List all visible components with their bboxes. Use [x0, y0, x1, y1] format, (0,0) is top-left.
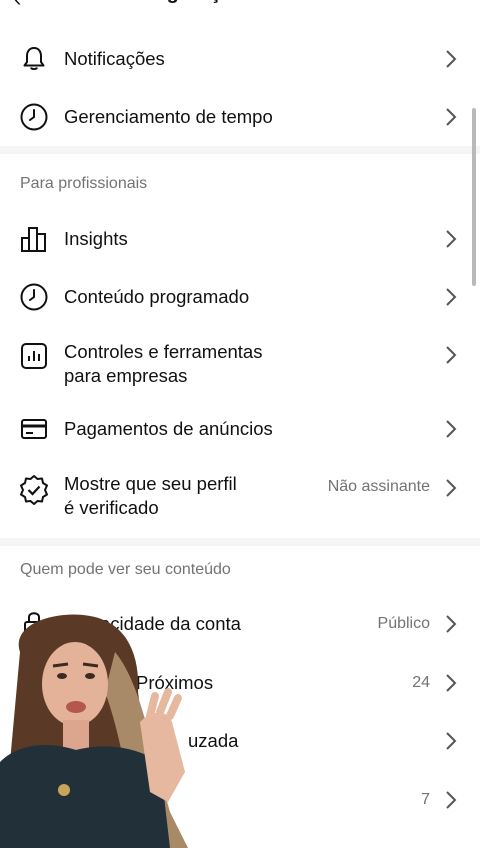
chevron-right-icon — [446, 674, 457, 692]
chevron-right-icon — [446, 346, 457, 364]
subscription-status: Não assinante — [327, 478, 430, 495]
menu-item-label: Controles e ferramentas para empresas — [64, 340, 262, 388]
scrollbar[interactable] — [472, 108, 476, 286]
chevron-right-icon — [446, 479, 457, 497]
bell-icon — [18, 43, 50, 75]
chevron-right-icon — [446, 108, 457, 126]
chevron-right-icon — [446, 732, 457, 750]
verified-badge-icon — [18, 474, 50, 506]
bar-chart-icon — [18, 223, 50, 255]
clock-icon — [18, 101, 50, 133]
menu-item-label: Mostre que seu perfil é verificado — [64, 472, 237, 520]
clock-icon — [18, 281, 50, 313]
page-title: Configurações e atividade — [0, 0, 480, 12]
section-title-professionals: Para profissionais — [20, 175, 148, 192]
menu-item-label: Pagamentos de anúncios — [64, 418, 273, 439]
menu-item-label: Conteúdo programado — [64, 286, 250, 307]
chevron-right-icon — [446, 288, 457, 306]
menu-item-notifications[interactable]: Notificações — [0, 42, 480, 76]
menu-item-label: Notificações — [64, 48, 165, 69]
label-line-1: Mostre que seu perfil — [64, 473, 237, 494]
menu-item-verified[interactable]: Mostre que seu perfil é verificado Não a… — [0, 472, 480, 522]
menu-item-insights[interactable]: Insights — [0, 222, 480, 256]
chevron-right-icon — [446, 615, 457, 633]
hidden-count: 7 — [421, 791, 430, 808]
menu-item-label: Insights — [64, 228, 128, 249]
section-title-visibility: Quem pode ver seu conteúdo — [20, 561, 231, 578]
close-friends-count: 24 — [412, 674, 430, 691]
section-divider — [0, 538, 480, 546]
label-line-1: Controles e ferramentas — [64, 341, 263, 362]
menu-item-label: uzada — [188, 730, 239, 751]
chevron-right-icon — [446, 791, 457, 809]
chevron-right-icon — [446, 50, 457, 68]
menu-item-scheduled-content[interactable]: Conteúdo programado — [0, 280, 480, 314]
chevron-right-icon — [446, 420, 457, 438]
label-line-2: para empresas — [64, 365, 188, 386]
menu-item-ad-payments[interactable]: Pagamentos de anúncios — [0, 412, 480, 446]
menu-item-time-management[interactable]: Gerenciamento de tempo — [0, 100, 480, 134]
privacy-status: Público — [377, 615, 430, 632]
chart-box-icon — [18, 340, 50, 372]
section-divider — [0, 146, 480, 154]
video-overlay-person — [0, 612, 188, 848]
chevron-right-icon — [446, 230, 457, 248]
label-line-2: é verificado — [64, 497, 159, 518]
menu-item-business-tools[interactable]: Controles e ferramentas para empresas — [0, 338, 480, 392]
credit-card-icon — [18, 413, 50, 445]
menu-item-label: Gerenciamento de tempo — [64, 106, 273, 127]
